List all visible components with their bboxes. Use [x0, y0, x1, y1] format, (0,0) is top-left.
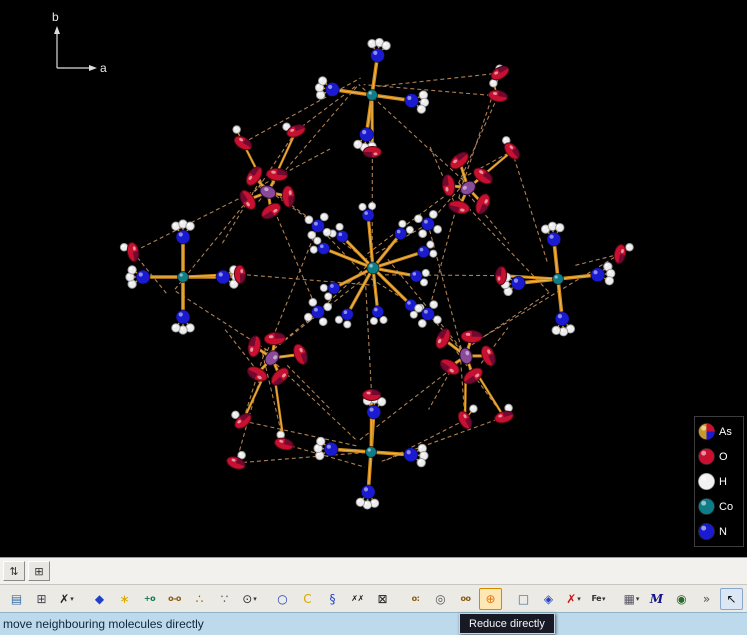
photorealistic-icon-glyph: ◉: [676, 593, 686, 605]
insert-atom-icon-glyph: +o: [144, 595, 155, 603]
coordination-icon-glyph: ⊙: [242, 593, 252, 605]
spiro-rings-icon[interactable]: oo: [454, 588, 477, 610]
legend-item-h: H: [697, 469, 741, 494]
aromatic-ring-icon[interactable]: ◎: [429, 588, 452, 610]
orientation-axes: b a: [52, 10, 107, 75]
unit-cell-icon[interactable]: □: [512, 588, 535, 610]
unit-cell-icon-glyph: □: [518, 593, 529, 605]
arc-build-icon-glyph: C: [303, 593, 311, 605]
as-atom-icon: [697, 422, 716, 441]
axis-b-label: b: [52, 10, 59, 24]
toolbar-overflow-icon-glyph: »: [703, 593, 710, 605]
dropdown-arrow-icon[interactable]: ▾: [602, 595, 606, 603]
chain-icon[interactable]: §: [321, 588, 344, 610]
polyhedra-icon-glyph: ◆: [95, 593, 104, 605]
axis-a-label: a: [100, 61, 107, 75]
arc-build-icon[interactable]: C: [296, 588, 319, 610]
measure-icon-glyph: M: [650, 593, 663, 605]
h-atom-icon: [697, 472, 716, 491]
co-atom-icon: [697, 497, 716, 516]
remove-atoms-icon-glyph: ✗: [566, 593, 576, 605]
ring-search-icon[interactable]: ○: [271, 588, 294, 610]
connect-atoms-icon-glyph: o-o: [168, 595, 181, 603]
legend-label: O: [719, 451, 728, 463]
complete-fragment-icon[interactable]: ∴: [188, 588, 211, 610]
tooltip: Reduce directly: [459, 613, 555, 634]
panel-layout-icon-glyph: ▤: [11, 593, 22, 605]
legend-item-as: As: [697, 419, 741, 444]
connect-atoms-icon[interactable]: o-o: [163, 588, 186, 610]
polyhedra-icon[interactable]: ◆: [88, 588, 111, 610]
pattern-menu-icon[interactable]: ✗▾: [55, 588, 78, 610]
render-style-icon[interactable]: ▦▾: [620, 588, 643, 610]
legend-label: H: [719, 476, 727, 488]
grow-cluster-icon-glyph: ∵: [221, 593, 229, 605]
o-atom-icon: [697, 447, 716, 466]
legend-item-o: O: [697, 444, 741, 469]
atom-legend: As O H Co N: [694, 416, 744, 547]
select-mode-icon[interactable]: ↖: [720, 588, 743, 610]
dropdown-arrow-icon[interactable]: ▾: [577, 595, 581, 603]
dropdown-arrow-icon[interactable]: ▾: [253, 595, 257, 603]
select-mode-icon-glyph: ↖: [726, 593, 736, 605]
element-filter-icon[interactable]: Fe▾: [587, 588, 610, 610]
status-text: move neighbouring molecules directly: [3, 617, 204, 631]
spiro-rings-icon-glyph: oo: [461, 595, 471, 603]
element-filter-icon-glyph: Fe: [591, 595, 601, 603]
view-tabs-strip: ⇅⊞: [0, 557, 747, 584]
packing-icon[interactable]: ✗✗: [346, 588, 369, 610]
record-spinner[interactable]: ⇅: [3, 561, 25, 581]
toolbar-overflow-icon[interactable]: »: [695, 588, 718, 610]
pattern-menu-icon-glyph: ✗: [59, 593, 69, 605]
legend-label: N: [719, 526, 727, 538]
panel-layout-icon[interactable]: ▤: [5, 588, 28, 610]
legend-item-n: N: [697, 519, 741, 544]
legend-label: Co: [719, 501, 733, 513]
reduce-directly-icon[interactable]: ⊕: [479, 588, 502, 610]
fragment-bonds-icon-glyph: o:: [412, 595, 420, 603]
photorealistic-icon[interactable]: ◉: [670, 588, 693, 610]
n-atom-icon: [697, 522, 716, 541]
tooltip-text: Reduce directly: [469, 618, 545, 630]
render-style-icon-glyph: ▦: [624, 593, 635, 605]
coordination-icon[interactable]: ⊙▾: [238, 588, 261, 610]
ring-search-icon-glyph: ○: [277, 593, 287, 605]
measure-icon[interactable]: M: [645, 588, 668, 610]
packing-alt-icon-glyph: ⊠: [377, 593, 387, 605]
packing-icon-glyph: ✗✗: [351, 595, 363, 603]
grow-cluster-icon[interactable]: ∵: [213, 588, 236, 610]
complete-fragment-icon-glyph: ∴: [196, 593, 204, 605]
legend-item-co: Co: [697, 494, 741, 519]
legend-label: As: [719, 426, 732, 438]
cell-axes-icon-glyph: ◈: [544, 593, 553, 605]
add-atoms-icon[interactable]: ∗: [113, 588, 136, 610]
data-table-icon-glyph: ⊞: [36, 593, 46, 605]
bottom-toolbar: ▤⊞✗▾◆∗+oo-o∴∵⊙▾○C§✗✗⊠o:◎oo⊕□◈✗▾Fe▾▦▾M◉»↖…: [0, 584, 747, 612]
fragment-bonds-icon[interactable]: o:: [404, 588, 427, 610]
data-sheet-toggle[interactable]: ⊞: [28, 561, 50, 581]
diamond-window: b a AsOHCoN ⇅⊞ ▤⊞✗▾◆∗+oo-o∴∵⊙▾○C§✗✗⊠o:◎o…: [0, 0, 747, 635]
dropdown-arrow-icon[interactable]: ▾: [636, 595, 640, 603]
status-bar: move neighbouring molecules directly: [0, 612, 747, 635]
insert-atom-icon[interactable]: +o: [138, 588, 161, 610]
structure-view[interactable]: b a: [0, 0, 747, 557]
dropdown-arrow-icon[interactable]: ▾: [70, 595, 74, 603]
reduce-directly-icon-glyph: ⊕: [485, 593, 495, 605]
remove-atoms-icon[interactable]: ✗▾: [562, 588, 585, 610]
chain-icon-glyph: §: [330, 593, 336, 605]
covalent-bonds: [124, 43, 629, 505]
aromatic-ring-icon-glyph: ◎: [435, 593, 445, 605]
add-atoms-icon-glyph: ∗: [119, 593, 129, 605]
packing-alt-icon[interactable]: ⊠: [371, 588, 394, 610]
data-table-icon[interactable]: ⊞: [30, 588, 53, 610]
cell-axes-icon[interactable]: ◈: [537, 588, 560, 610]
